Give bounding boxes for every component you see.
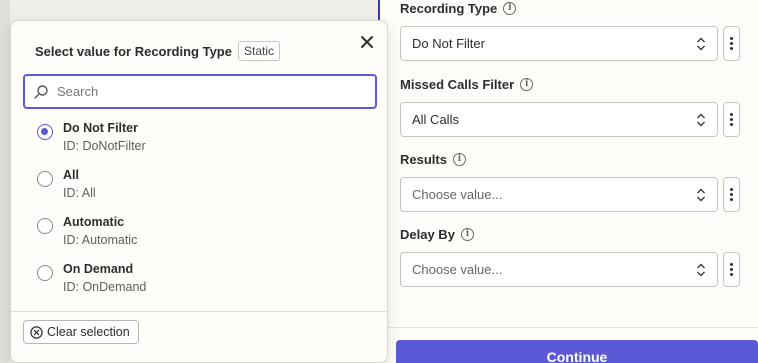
search-icon — [34, 84, 48, 99]
select-value: Do Not Filter — [412, 36, 485, 51]
select-value-modal: Select value for Recording Type Static D… — [10, 20, 388, 363]
radio[interactable] — [37, 218, 53, 234]
option-label: Automatic — [63, 215, 125, 229]
chevron-updown-icon — [697, 113, 705, 126]
option-do-not-filter[interactable]: Do Not Filter ID: DoNotFilter — [37, 121, 357, 163]
field-results: Results i Choose value... — [400, 151, 742, 212]
recording-type-select[interactable]: Do Not Filter — [400, 26, 718, 61]
clear-selection-label: Clear selection — [47, 325, 130, 339]
select-value: All Calls — [412, 112, 459, 127]
continue-button[interactable]: Continue — [396, 340, 758, 363]
option-label: On Demand — [63, 262, 134, 276]
search-input[interactable] — [57, 84, 357, 99]
info-icon[interactable]: i — [520, 77, 534, 91]
static-badge: Static — [237, 41, 280, 61]
close-icon[interactable] — [359, 34, 375, 50]
field-label-text: Recording Type — [400, 0, 498, 16]
option-label: Do Not Filter — [63, 121, 138, 135]
chevron-updown-icon — [697, 37, 705, 50]
step-config-panel: Recording Type i Do Not Filter Missed Ca… — [378, 0, 758, 363]
option-label: All — [63, 168, 79, 182]
option-id: ID: Automatic — [63, 233, 138, 247]
clear-selection-button[interactable]: Clear selection — [23, 320, 139, 344]
field-label-text: Delay By — [400, 226, 455, 242]
field-label-text: Results — [400, 151, 447, 167]
chevron-updown-icon — [697, 263, 705, 276]
more-options-button[interactable] — [723, 252, 740, 287]
option-id: ID: OnDemand — [63, 280, 147, 294]
field-label: Recording Type i — [400, 0, 742, 16]
field-label: Delay By i — [400, 226, 742, 242]
field-label-text: Missed Calls Filter — [400, 76, 515, 92]
chevron-updown-icon — [697, 188, 705, 201]
field-delay-by: Delay By i Choose value... — [400, 226, 742, 287]
option-on-demand[interactable]: On Demand ID: OnDemand — [37, 262, 357, 304]
field-label: Missed Calls Filter i — [400, 76, 742, 92]
more-options-button[interactable] — [723, 26, 740, 61]
divider — [380, 327, 758, 328]
radio[interactable] — [37, 171, 53, 187]
info-icon[interactable]: i — [460, 227, 474, 241]
delay-by-select[interactable]: Choose value... — [400, 252, 718, 287]
field-recording-type: Recording Type i Do Not Filter — [400, 0, 742, 61]
option-all[interactable]: All ID: All — [37, 168, 357, 210]
modal-title: Select value for Recording Type — [35, 43, 232, 59]
option-id: ID: All — [63, 186, 96, 200]
clear-circle-x-icon — [30, 325, 43, 339]
radio-selected[interactable] — [37, 124, 53, 140]
modal-header: Select value for Recording Type Static — [35, 41, 280, 61]
field-missed-calls-filter: Missed Calls Filter i All Calls — [400, 76, 742, 137]
option-id: ID: DoNotFilter — [63, 139, 146, 153]
more-options-button[interactable] — [723, 177, 740, 212]
more-options-button[interactable] — [723, 102, 740, 137]
radio[interactable] — [37, 265, 53, 281]
select-placeholder: Choose value... — [412, 262, 503, 277]
results-select[interactable]: Choose value... — [400, 177, 718, 212]
missed-calls-filter-select[interactable]: All Calls — [400, 102, 718, 137]
option-automatic[interactable]: Automatic ID: Automatic — [37, 215, 357, 257]
backdrop — [0, 0, 10, 363]
search-field[interactable] — [23, 74, 377, 109]
info-icon[interactable]: i — [503, 1, 517, 15]
select-placeholder: Choose value... — [412, 187, 503, 202]
info-icon[interactable]: i — [452, 152, 466, 166]
modal-footer-divider — [11, 311, 387, 312]
field-label: Results i — [400, 151, 742, 167]
